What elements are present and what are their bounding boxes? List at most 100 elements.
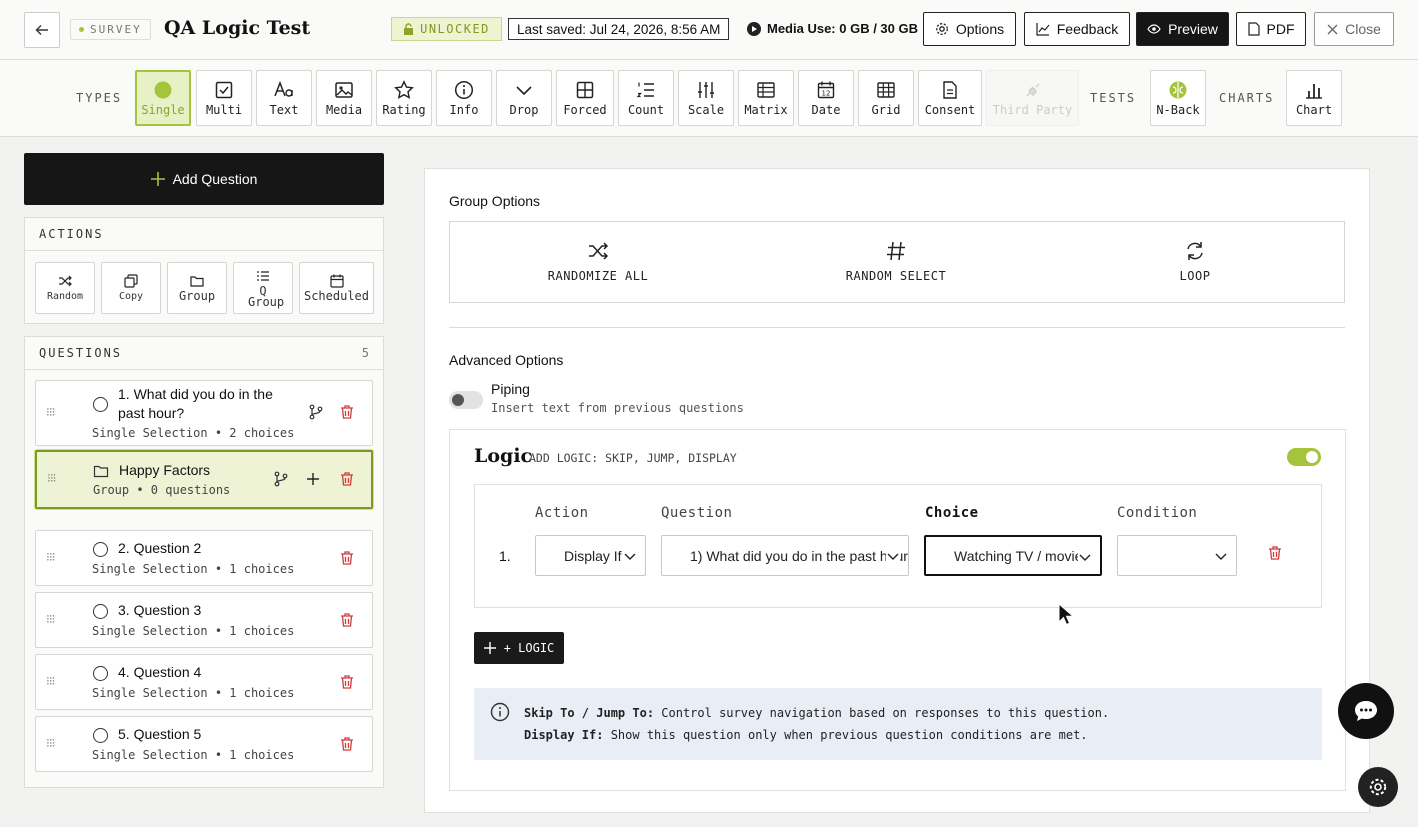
question-item[interactable]: ⁝⁝⁝ 1. What did you do in the past hour?… — [35, 380, 373, 446]
play-icon — [747, 21, 761, 36]
settings-button[interactable] — [1358, 767, 1398, 807]
type-third-party-label: Third Party — [992, 102, 1073, 117]
action-select[interactable]: Display If — [535, 535, 646, 576]
question-item[interactable]: ⁝⁝⁝ 4. Question 4 Single Selection • 1 c… — [35, 654, 373, 710]
trash-icon[interactable] — [339, 471, 355, 487]
back-button[interactable] — [24, 12, 60, 48]
pdf-button[interactable]: PDF — [1236, 12, 1306, 46]
condition-select[interactable] — [1117, 535, 1237, 576]
chevron-down-icon — [1214, 549, 1228, 563]
copy-action-label: Copy — [118, 291, 144, 302]
info-display-text: Show this question only when previous qu… — [603, 728, 1088, 742]
loop-option[interactable]: LOOP — [1095, 240, 1295, 283]
radio-icon — [93, 397, 108, 412]
type-forced-label: Forced — [563, 102, 607, 117]
type-single-button[interactable]: Single — [135, 70, 191, 126]
type-media-button[interactable]: Media — [316, 70, 372, 126]
type-forced-button[interactable]: Forced — [556, 70, 614, 126]
svg-text:12: 12 — [822, 89, 831, 97]
close-label: Close — [1345, 21, 1381, 37]
plus-icon[interactable] — [305, 471, 321, 487]
group-action-label: Group — [178, 289, 216, 303]
question-item[interactable]: ⁝⁝⁝ 3. Question 3 Single Selection • 1 c… — [35, 592, 373, 648]
feedback-button[interactable]: Feedback — [1024, 12, 1130, 46]
chart-line-icon — [1036, 23, 1050, 36]
preview-button[interactable]: Preview — [1136, 12, 1229, 46]
chart-button[interactable]: Chart — [1286, 70, 1342, 126]
group-subtitle: Group • 0 questions — [93, 483, 231, 497]
type-count-button[interactable]: Count — [618, 70, 674, 126]
type-info-button[interactable]: Info — [436, 70, 492, 126]
survey-badge-label: SURVEY — [90, 23, 142, 36]
info-line-skip: Skip To / Jump To: Control survey naviga… — [524, 706, 1109, 720]
type-drop-button[interactable]: Drop — [496, 70, 552, 126]
type-drop-label: Drop — [509, 102, 539, 117]
divider — [449, 327, 1345, 328]
branch-icon[interactable] — [273, 471, 289, 487]
grid-icon — [877, 81, 895, 98]
type-date-button[interactable]: 12 Date — [798, 70, 854, 126]
media-use: Media Use: 0 GB / 30 GB — [747, 21, 918, 36]
type-scale-button[interactable]: Scale — [678, 70, 734, 126]
close-button[interactable]: Close — [1314, 12, 1394, 46]
random-select-option[interactable]: RANDOM SELECT — [796, 240, 996, 283]
question-subtitle: Single Selection • 1 choices — [92, 562, 295, 576]
trash-icon[interactable] — [1267, 545, 1283, 561]
survey-badge: SURVEY — [70, 19, 151, 40]
star-icon — [394, 79, 414, 99]
type-matrix-label: Matrix — [744, 102, 788, 117]
add-logic-button[interactable]: + LOGIC — [474, 632, 564, 664]
group-item[interactable]: ⁝⁝⁝ Happy Factors Group • 0 questions — [35, 450, 373, 509]
condition-column-header: Condition — [1117, 505, 1198, 521]
type-multi-button[interactable]: Multi — [196, 70, 252, 126]
question-item[interactable]: ⁝⁝⁝ 2. Question 2 Single Selection • 1 c… — [35, 530, 373, 586]
branch-icon[interactable] — [308, 404, 324, 420]
question-title: 2. Question 2 — [118, 540, 202, 556]
table-icon — [576, 81, 594, 98]
type-third-party-button[interactable]: Third Party — [986, 70, 1079, 126]
piping-toggle[interactable] — [449, 391, 483, 409]
chevron-down-icon — [886, 549, 900, 563]
lock-icon — [404, 23, 414, 35]
scheduled-action-button[interactable]: Scheduled — [299, 262, 374, 314]
copy-action-button[interactable]: Copy — [101, 262, 161, 314]
logic-section: Logic ADD LOGIC: SKIP, JUMP, DISPLAY Act… — [449, 429, 1346, 791]
trash-icon[interactable] — [339, 674, 355, 690]
random-action-button[interactable]: Random — [35, 262, 95, 314]
image-icon — [335, 81, 353, 98]
options-button[interactable]: Options — [923, 12, 1016, 46]
test-nback-button[interactable]: N-Back — [1150, 70, 1206, 126]
question-item[interactable]: ⁝⁝⁝ 5. Question 5 Single Selection • 1 c… — [35, 716, 373, 772]
type-grid-button[interactable]: Grid — [858, 70, 914, 126]
chat-button[interactable] — [1338, 683, 1394, 739]
add-question-button[interactable]: Add Question — [24, 153, 384, 205]
chevron-down-icon — [623, 549, 637, 563]
numbered-list-icon — [636, 82, 654, 97]
qgroup-action-button[interactable]: Q Group — [233, 262, 293, 314]
type-text-button[interactable]: Text — [256, 70, 312, 126]
question-subtitle: Single Selection • 2 choices — [92, 426, 295, 440]
drag-handle-icon[interactable]: ⁝⁝⁝ — [46, 550, 56, 564]
chat-bubble-icon — [1355, 701, 1377, 721]
trash-icon[interactable] — [339, 612, 355, 628]
trash-icon[interactable] — [339, 736, 355, 752]
group-action-button[interactable]: Group — [167, 262, 227, 314]
logic-toggle[interactable] — [1287, 448, 1321, 466]
type-consent-button[interactable]: Consent — [918, 70, 982, 126]
question-select[interactable]: 1) What did you do in the past hour? — [661, 535, 909, 576]
drag-handle-icon[interactable]: ⁝⁝⁝ — [46, 612, 56, 626]
drag-handle-icon[interactable]: ⁝⁝⁝ — [46, 674, 56, 688]
question-subtitle: Single Selection • 1 choices — [92, 624, 295, 638]
trash-icon[interactable] — [339, 404, 355, 420]
choice-select[interactable]: Watching TV / movies — [924, 535, 1102, 576]
type-matrix-button[interactable]: Matrix — [738, 70, 794, 126]
shuffle-icon — [589, 242, 609, 260]
drag-handle-icon[interactable]: ⁝⁝⁝ — [47, 471, 57, 485]
randomize-all-option[interactable]: RANDOMIZE ALL — [498, 240, 698, 283]
unlocked-badge[interactable]: UNLOCKED — [391, 17, 502, 41]
drag-handle-icon[interactable]: ⁝⁝⁝ — [46, 736, 56, 750]
type-rating-button[interactable]: Rating — [376, 70, 432, 126]
trash-icon[interactable] — [339, 550, 355, 566]
type-info-label: Info — [449, 102, 479, 117]
drag-handle-icon[interactable]: ⁝⁝⁝ — [46, 405, 56, 419]
